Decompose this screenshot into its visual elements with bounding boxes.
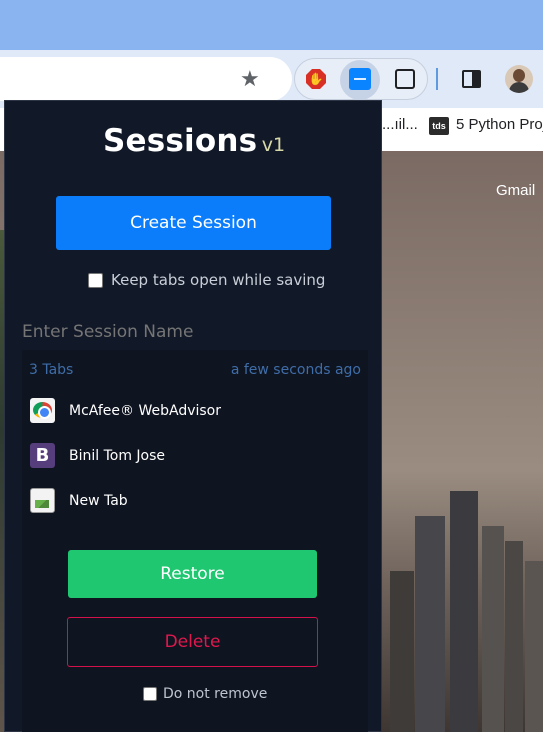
- mcafee-icon: [30, 398, 55, 423]
- tab-title: McAfee® WebAdvisor: [69, 402, 221, 419]
- gmail-link[interactable]: Gmail: [496, 182, 535, 199]
- keep-tabs-option[interactable]: Keep tabs open while saving: [88, 271, 325, 289]
- extensions-puzzle-icon[interactable]: [389, 63, 421, 95]
- session-name-input[interactable]: [22, 319, 362, 345]
- tab-count: 3 Tabs: [29, 362, 74, 378]
- session-meta: 3 Tabs a few seconds ago: [29, 362, 361, 378]
- version-label: v1: [261, 134, 286, 156]
- toolbar-divider: [436, 68, 438, 90]
- tds-favicon-icon: tds: [429, 117, 449, 135]
- app-title: Sessions: [102, 123, 258, 159]
- do-not-remove-option[interactable]: Do not remove: [143, 686, 267, 702]
- side-panel-icon[interactable]: [462, 70, 481, 88]
- tab-title: Binil Tom Jose: [69, 447, 166, 464]
- popup-title: Sessions v1: [5, 123, 383, 159]
- broken-image-icon: [30, 488, 55, 513]
- bookmark-5-python-projects[interactable]: 5 Python Proj: [456, 116, 543, 133]
- bookmark-star-icon[interactable]: ★: [240, 64, 260, 94]
- keep-tabs-label: Keep tabs open while saving: [111, 271, 326, 289]
- restore-button[interactable]: Restore: [68, 550, 317, 598]
- keep-tabs-checkbox[interactable]: [88, 272, 103, 288]
- do-not-remove-label: Do not remove: [163, 686, 268, 702]
- session-tab-item: New Tab: [30, 488, 128, 513]
- tab-title: New Tab: [69, 492, 128, 509]
- create-session-button[interactable]: Create Session: [56, 196, 331, 250]
- saved-time: a few seconds ago: [230, 362, 361, 378]
- session-card: 3 Tabs a few seconds ago McAfee® WebAdvi…: [22, 350, 368, 732]
- session-tab-item: McAfee® WebAdvisor: [30, 398, 221, 423]
- delete-button[interactable]: Delete: [67, 617, 318, 667]
- bookmark-partial[interactable]: ...ıil...: [382, 116, 418, 133]
- session-tab-item: B Binil Tom Jose: [30, 443, 165, 468]
- do-not-remove-checkbox[interactable]: [143, 687, 157, 701]
- sessions-popup: Sessions v1 Create Session Keep tabs ope…: [4, 100, 382, 732]
- ublock-extension-icon[interactable]: ✋: [300, 63, 332, 95]
- profile-avatar[interactable]: [505, 65, 533, 93]
- window-titlebar: [0, 0, 543, 50]
- sessions-extension-icon[interactable]: [344, 63, 376, 95]
- bootstrap-b-icon: B: [30, 443, 55, 468]
